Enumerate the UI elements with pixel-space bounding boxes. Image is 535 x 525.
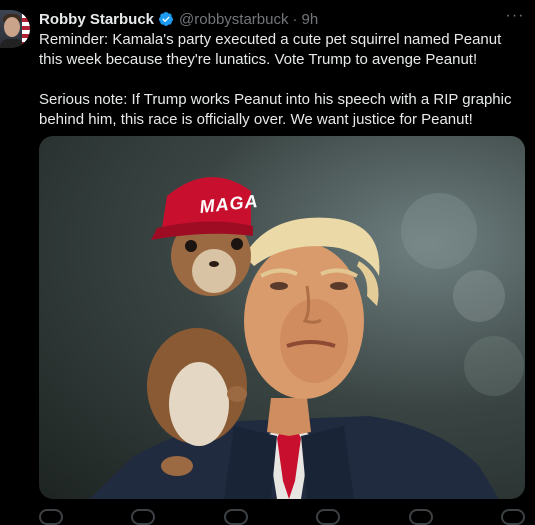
tweet-paragraph-1: Reminder: Kamala's party executed a cute… (39, 31, 502, 68)
author-name[interactable]: Robby Starbuck (39, 11, 154, 28)
tweet-text: Reminder: Kamala's party executed a cute… (39, 30, 527, 130)
tweet-header: Robby Starbuck @robbystarbuck · 9h ··· (39, 8, 525, 29)
bookmark-icon[interactable] (408, 509, 433, 525)
tweet-actions (39, 509, 525, 525)
avatar-shirt (0, 39, 24, 48)
tweet-paragraph-2: Serious note: If Trump works Peanut into… (39, 91, 512, 128)
media-illustration (89, 177, 524, 499)
more-icon[interactable]: ··· (505, 8, 525, 29)
verified-badge-icon (159, 12, 174, 26)
header-separator: · (292, 10, 298, 28)
reply-icon[interactable] (39, 509, 63, 525)
author-handle[interactable]: @robbystarbuck (179, 11, 288, 28)
repost-icon[interactable] (131, 509, 156, 525)
avatar-flag (22, 10, 30, 48)
views-icon[interactable] (316, 509, 341, 525)
avatar-face (4, 17, 20, 37)
author-avatar[interactable] (0, 10, 30, 48)
like-icon[interactable] (223, 509, 248, 525)
share-icon[interactable] (500, 509, 525, 525)
tweet-media-image[interactable]: MAGA (39, 136, 525, 499)
tweet-timestamp[interactable]: 9h (301, 11, 318, 28)
